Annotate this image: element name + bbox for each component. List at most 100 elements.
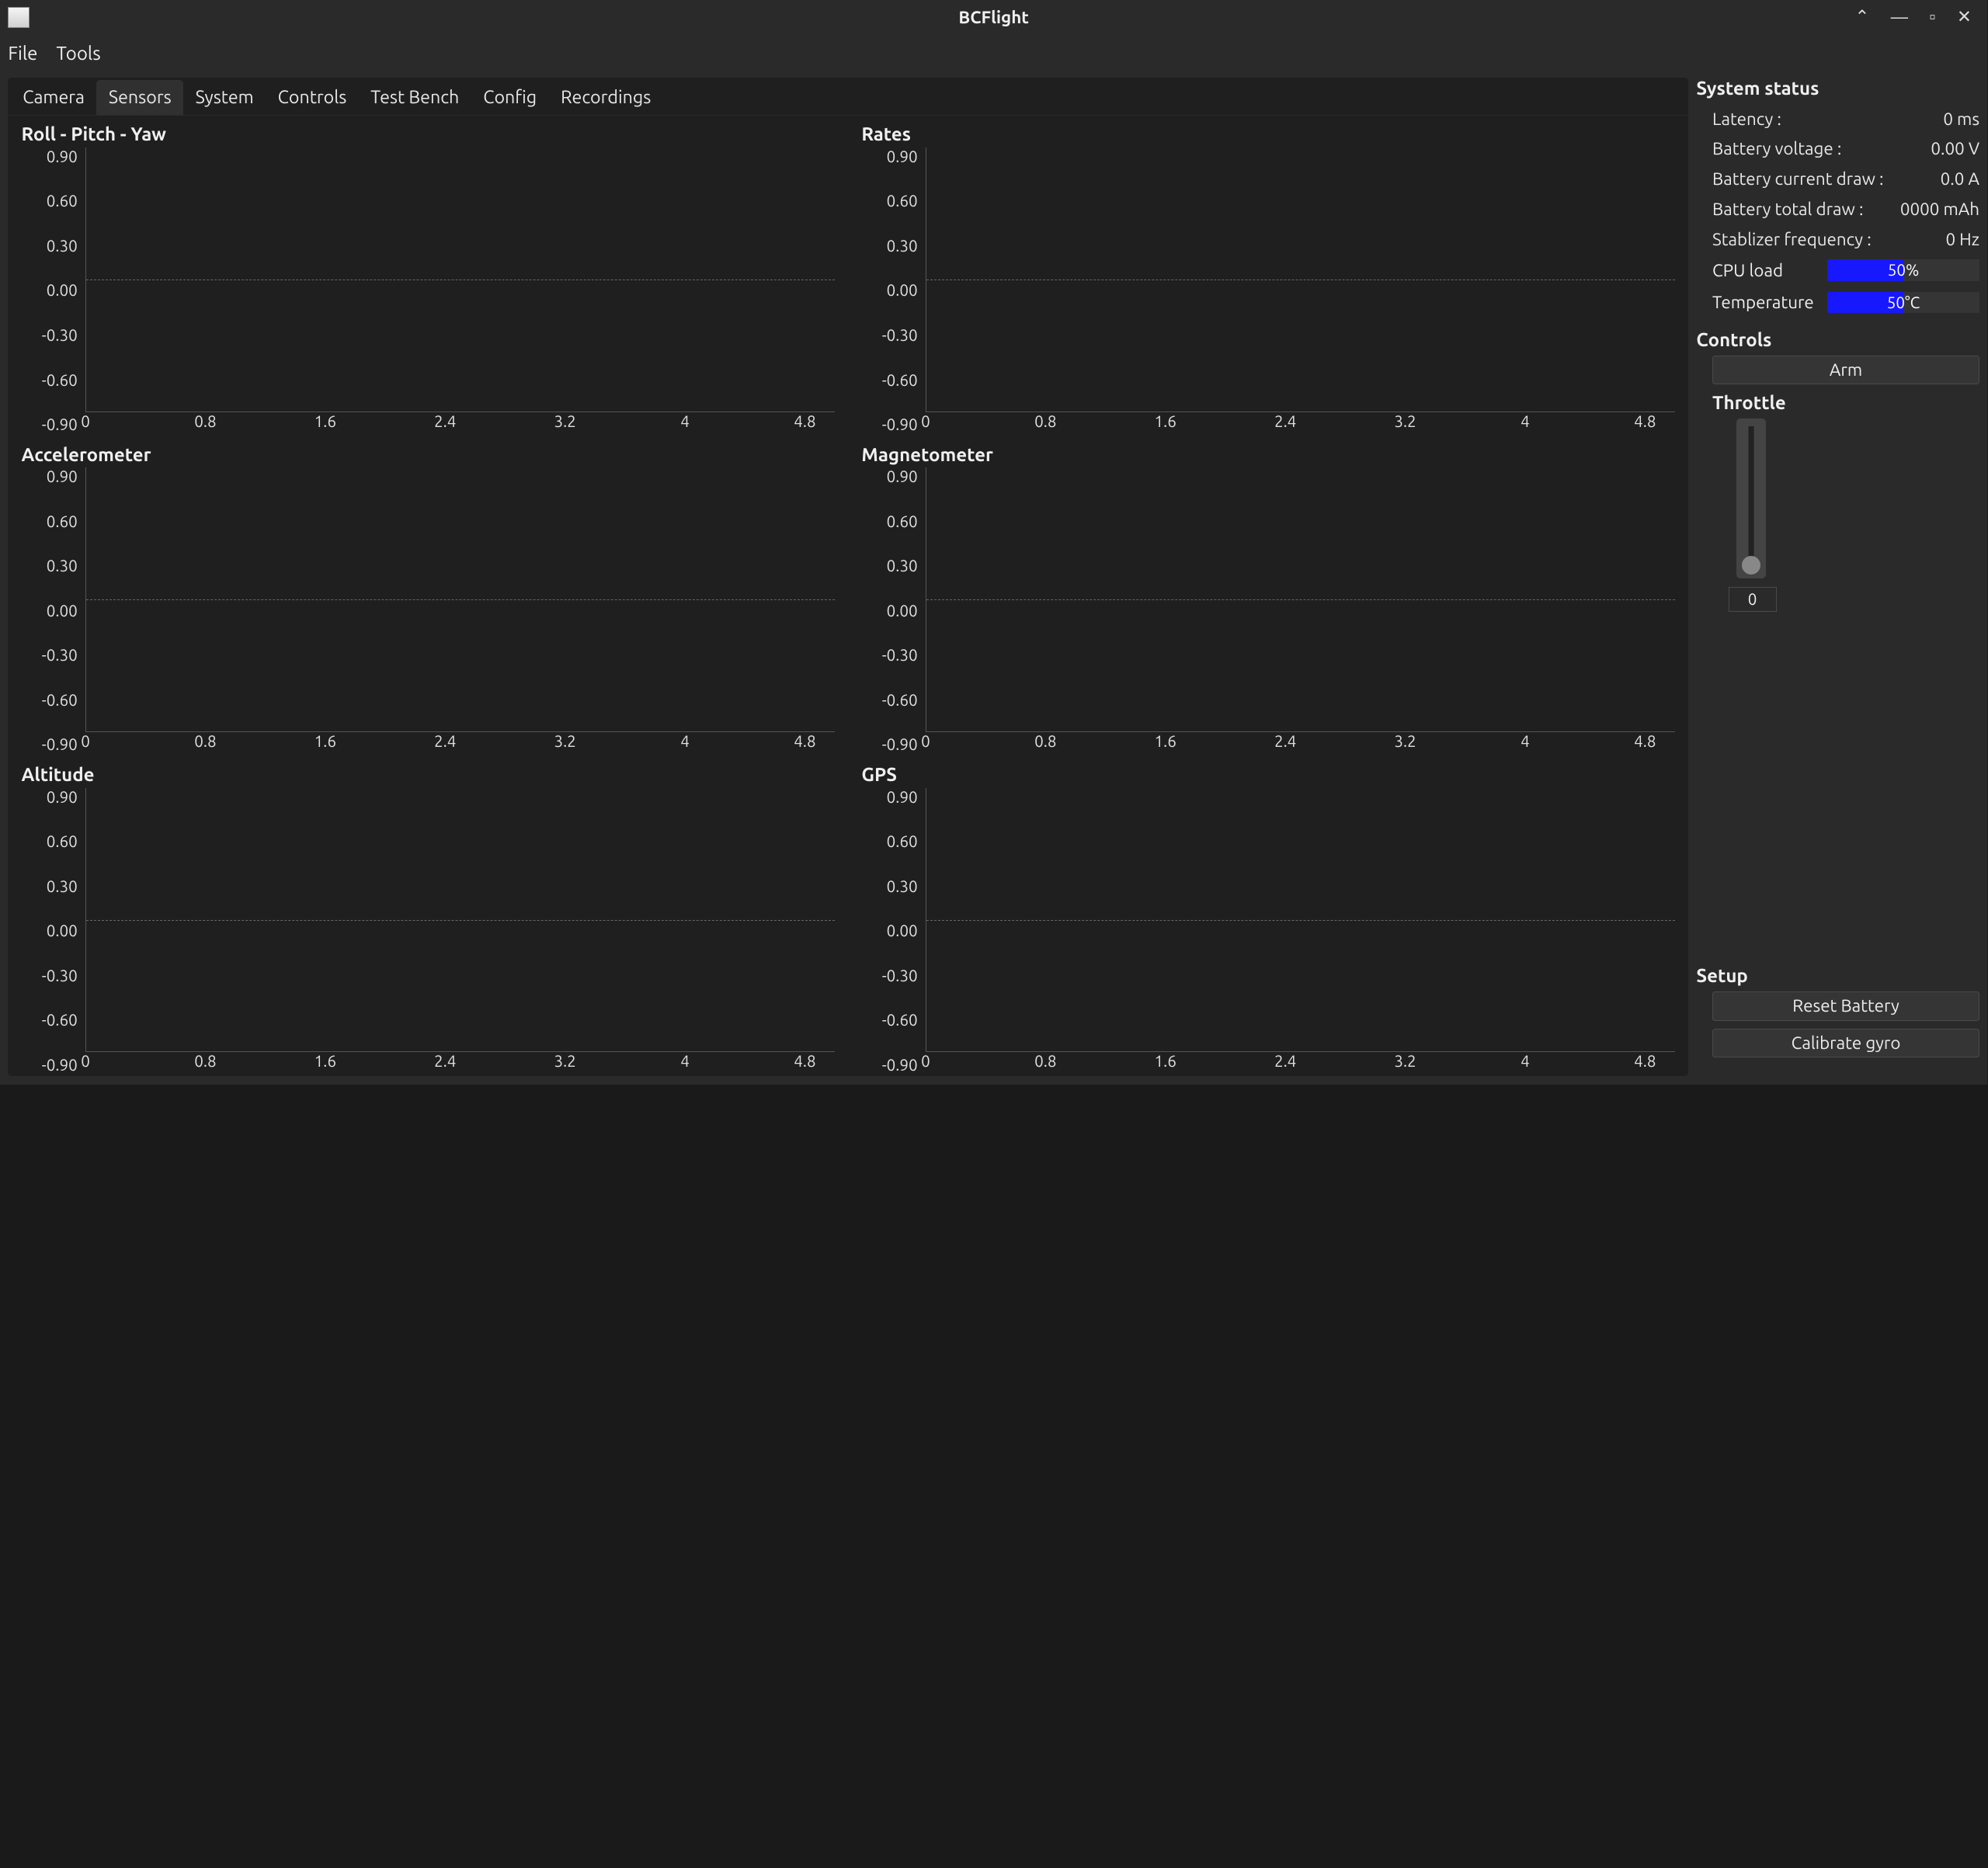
stab-value: 0 Hz [1945, 230, 1979, 249]
y-tick: 0.00 [887, 281, 918, 299]
x-tick: 0.8 [1034, 412, 1056, 430]
window-up-icon[interactable]: ⌃ [1854, 7, 1869, 27]
window-title: BCFlight [0, 8, 1987, 27]
system-status-section: System status Latency : 0 ms Battery vol… [1696, 78, 1979, 318]
chart-mag: Magnetometer0.900.600.300.00-0.30-0.60-0… [848, 436, 1688, 756]
y-tick: 0.00 [47, 922, 78, 939]
x-tick: 0 [81, 1052, 90, 1070]
x-tick: 4 [680, 732, 690, 750]
tab-camera[interactable]: Camera [11, 80, 97, 115]
x-tick: 0.8 [194, 412, 216, 430]
cpu-bar-text: 50% [1827, 259, 1979, 281]
x-tick: 2.4 [1274, 1052, 1296, 1070]
chart-accel: Accelerometer0.900.600.300.00-0.30-0.60-… [8, 436, 848, 756]
x-tick: 0.8 [1034, 1052, 1056, 1070]
x-tick: 4.8 [794, 732, 815, 750]
temp-label: Temperature [1712, 293, 1816, 312]
plot-area[interactable] [85, 788, 835, 1053]
throttle-track [1748, 426, 1753, 571]
y-tick: -0.90 [42, 415, 78, 433]
window-minimize-icon[interactable]: — [1891, 8, 1908, 27]
window-maximize-icon[interactable]: ▫ [1930, 7, 1936, 27]
app-window: BCFlight ⌃ — ▫ ✕ File Tools CameraSensor… [0, 0, 1987, 1085]
y-tick: 0.60 [47, 832, 78, 850]
tab-recordings[interactable]: Recordings [549, 80, 663, 115]
y-tick: 0.00 [47, 281, 78, 299]
tab-sensors[interactable]: Sensors [96, 80, 183, 115]
plot-wrap: 00.81.62.43.244.8 [926, 788, 1675, 1074]
current-label: Battery current draw : [1712, 169, 1884, 189]
x-tick: 1.6 [1155, 412, 1176, 430]
plot-area[interactable] [85, 148, 835, 412]
throttle-slider[interactable] [1736, 418, 1766, 578]
x-tick: 4 [680, 412, 690, 430]
x-tick: 0.8 [1034, 732, 1056, 750]
side-panel: System status Latency : 0 ms Battery vol… [1696, 78, 1979, 1077]
latency-row: Latency : 0 ms [1696, 104, 1979, 134]
voltage-label: Battery voltage : [1712, 139, 1841, 158]
x-tick: 3.2 [554, 412, 575, 430]
temp-row: Temperature 50°C [1696, 286, 1979, 318]
chart-title-accel: Accelerometer [22, 444, 836, 465]
y-tick: 0.60 [47, 192, 78, 210]
x-tick: 2.4 [434, 1052, 456, 1070]
plot-area[interactable] [926, 788, 1675, 1053]
calibrate-gyro-button[interactable]: Calibrate gyro [1712, 1029, 1979, 1057]
total-label: Battery total draw : [1712, 200, 1863, 219]
controls-section: Controls Arm Throttle 0 [1696, 329, 1979, 612]
y-tick: 0.30 [47, 237, 78, 255]
x-tick: 3.2 [1394, 732, 1416, 750]
x-tick: 2.4 [1274, 732, 1296, 750]
x-tick: 0.8 [194, 732, 216, 750]
y-tick: 0.00 [47, 602, 78, 620]
y-tick: -0.60 [42, 1011, 78, 1029]
x-axis: 00.81.62.43.244.8 [85, 412, 835, 434]
x-axis: 00.81.62.43.244.8 [85, 732, 835, 754]
window-close-icon[interactable]: ✕ [1957, 7, 1972, 27]
chart-title-rpy: Roll - Pitch - Yaw [22, 123, 836, 144]
arm-button[interactable]: Arm [1712, 356, 1979, 384]
y-tick: 0.60 [887, 512, 918, 530]
menu-tools[interactable]: Tools [57, 43, 101, 64]
tab-system[interactable]: System [183, 80, 266, 115]
plot-area[interactable] [926, 148, 1675, 412]
menubar: File Tools [0, 35, 1987, 72]
x-tick: 3.2 [554, 732, 575, 750]
throttle-box: Throttle 0 [1696, 392, 1979, 611]
y-tick: -0.90 [882, 735, 918, 753]
controls-header: Controls [1696, 329, 1979, 350]
plot-area[interactable] [926, 467, 1675, 732]
plot-area[interactable] [85, 467, 835, 732]
tab-testbench[interactable]: Test Bench [359, 80, 471, 115]
y-tick: -0.90 [42, 1056, 78, 1074]
y-tick: 0.90 [47, 788, 78, 806]
voltage-value: 0.00 V [1931, 139, 1979, 158]
total-value: 0000 mAh [1900, 200, 1979, 219]
zero-gridline [926, 599, 1675, 600]
y-axis: 0.900.600.300.00-0.30-0.60-0.90 [22, 788, 86, 1074]
y-tick: 0.30 [887, 557, 918, 575]
throttle-thumb[interactable] [1742, 556, 1760, 575]
reset-battery-button[interactable]: Reset Battery [1712, 991, 1979, 1020]
plot-wrap: 00.81.62.43.244.8 [85, 788, 835, 1074]
chart-title-gps: GPS [861, 764, 1675, 785]
menu-file[interactable]: File [8, 43, 37, 64]
throttle-value: 0 [1729, 587, 1777, 612]
plot-wrap: 00.81.62.43.244.8 [85, 467, 835, 753]
chart-gps: GPS0.900.600.300.00-0.30-0.60-0.9000.81.… [848, 756, 1688, 1076]
tab-controls[interactable]: Controls [266, 80, 359, 115]
zero-gridline [86, 920, 835, 921]
x-tick: 4 [680, 1052, 690, 1070]
y-tick: 0.90 [887, 467, 918, 485]
chart-body: 0.900.600.300.00-0.30-0.60-0.9000.81.62.… [22, 148, 836, 433]
plot-wrap: 00.81.62.43.244.8 [926, 148, 1675, 433]
y-tick: 0.60 [887, 832, 918, 850]
chart-rates: Rates0.900.600.300.00-0.30-0.60-0.9000.8… [848, 116, 1688, 436]
y-tick: 0.60 [887, 192, 918, 210]
y-tick: 0.00 [887, 602, 918, 620]
chart-title-rates: Rates [861, 123, 1675, 144]
x-tick: 4 [1521, 1052, 1530, 1070]
x-tick: 2.4 [1274, 412, 1296, 430]
tab-config[interactable]: Config [471, 80, 549, 115]
latency-value: 0 ms [1943, 109, 1979, 129]
